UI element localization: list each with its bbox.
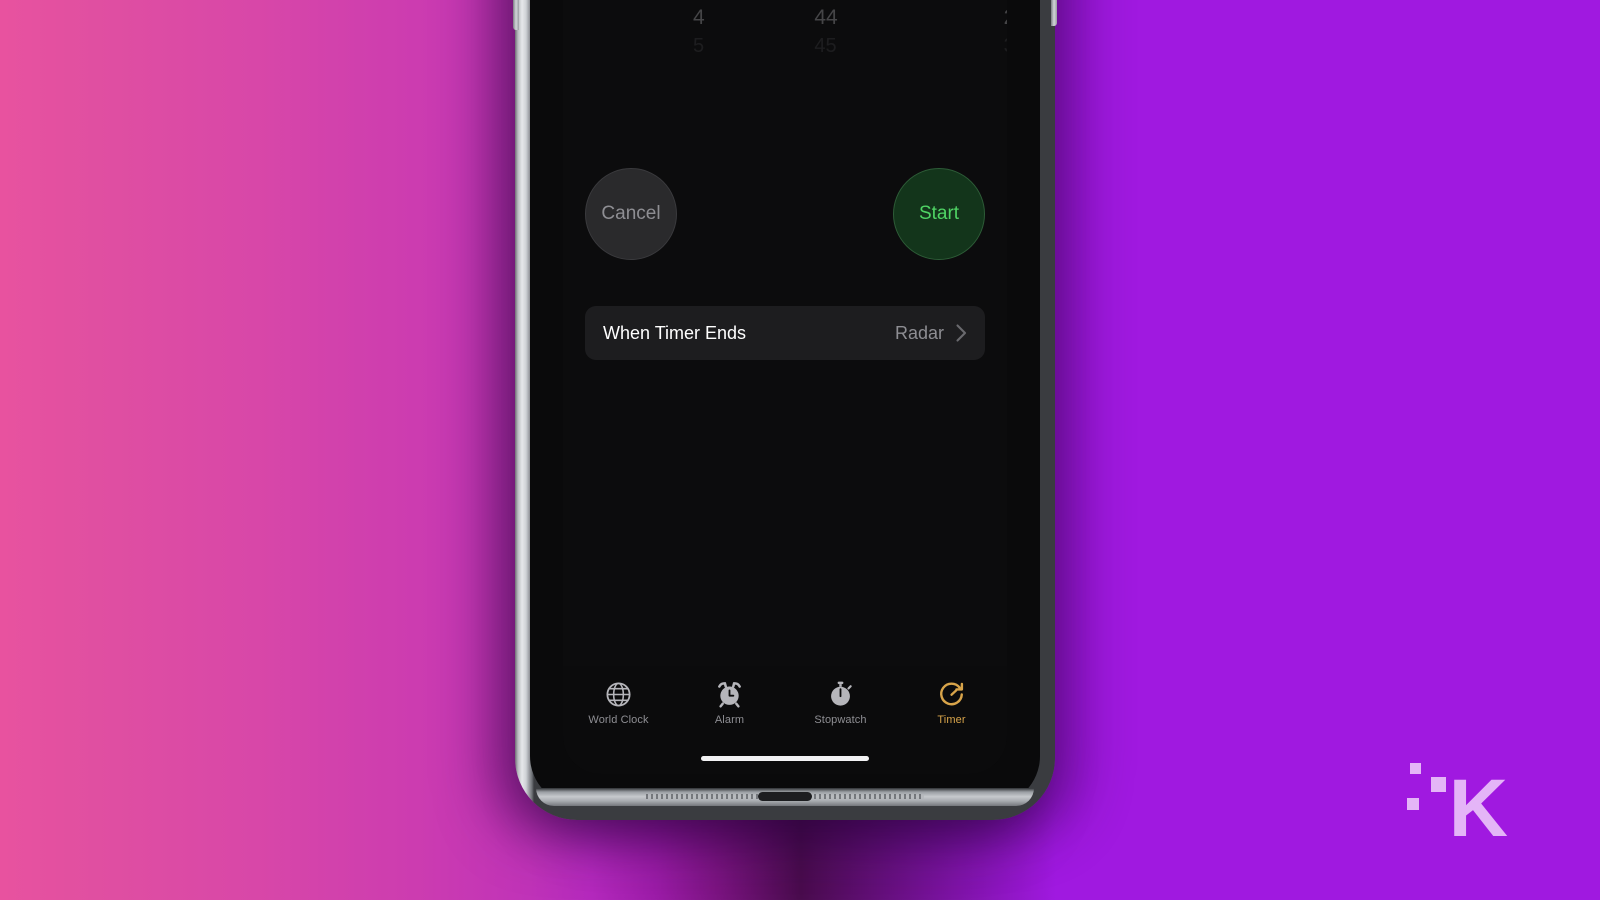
home-indicator[interactable] [701,756,869,761]
watermark-pixel-3 [1407,798,1419,810]
picker-rows: 0 40 1 41 3 43 1 [563,0,1007,57]
picker-seconds-value: 3 [1004,35,1007,58]
phone-screen: 0 40 1 41 3 43 1 [563,0,1007,774]
watermark-pixel-2 [1431,777,1446,792]
picker-hours-value: 5 [693,34,705,57]
chevron-right-icon [956,324,967,342]
cancel-button-label: Cancel [601,203,661,224]
picker-minutes-value: 45 [814,34,837,57]
speaker-grille-right [794,794,924,799]
knowtechie-watermark: K [1398,743,1508,849]
when-timer-ends-value: Radar [894,322,944,343]
power-button[interactable] [1051,0,1057,26]
watermark-pixel-1 [1410,763,1421,774]
phone-device: 0 40 1 41 3 43 1 [513,0,1057,820]
background-right-panel [1055,0,1600,900]
watermark-letter: K [1448,762,1508,854]
start-button-label: Start [918,203,960,224]
volume-down-button[interactable] [513,0,519,30]
tab-timer[interactable]: Timer [896,680,1007,774]
when-timer-ends-row[interactable]: When Timer Ends Radar [585,306,985,360]
timer-action-buttons: Cancel Start [563,150,1007,300]
picker-row-below-2[interactable]: 4 44 2 [563,0,1007,29]
timer-ends-section: When Timer Ends Radar [563,306,1007,360]
tab-label-stopwatch: Stopwatch [814,714,867,726]
phone-bottom-rail [536,788,1034,806]
tab-world-clock[interactable]: World Clock [563,680,674,774]
alarm-clock-icon [715,680,744,709]
when-timer-ends-label: When Timer Ends [603,322,747,343]
timer-duration-picker[interactable]: 0 40 1 41 3 43 1 [563,0,1007,162]
tab-label-world-clock: World Clock [588,714,649,726]
phone-inner-frame: 0 40 1 41 3 43 1 [530,0,1040,806]
speaker-grille-left [646,794,776,799]
globe-icon [604,680,633,709]
tab-label-timer: Timer [937,714,966,726]
charging-port [758,792,812,801]
picker-row-below-3[interactable]: 5 45 3 [563,20,1007,57]
start-button[interactable]: Start [893,168,985,260]
stopwatch-icon [826,680,855,709]
tab-label-alarm: Alarm [714,714,745,726]
cancel-button[interactable]: Cancel [585,168,677,260]
timer-icon [937,680,966,709]
